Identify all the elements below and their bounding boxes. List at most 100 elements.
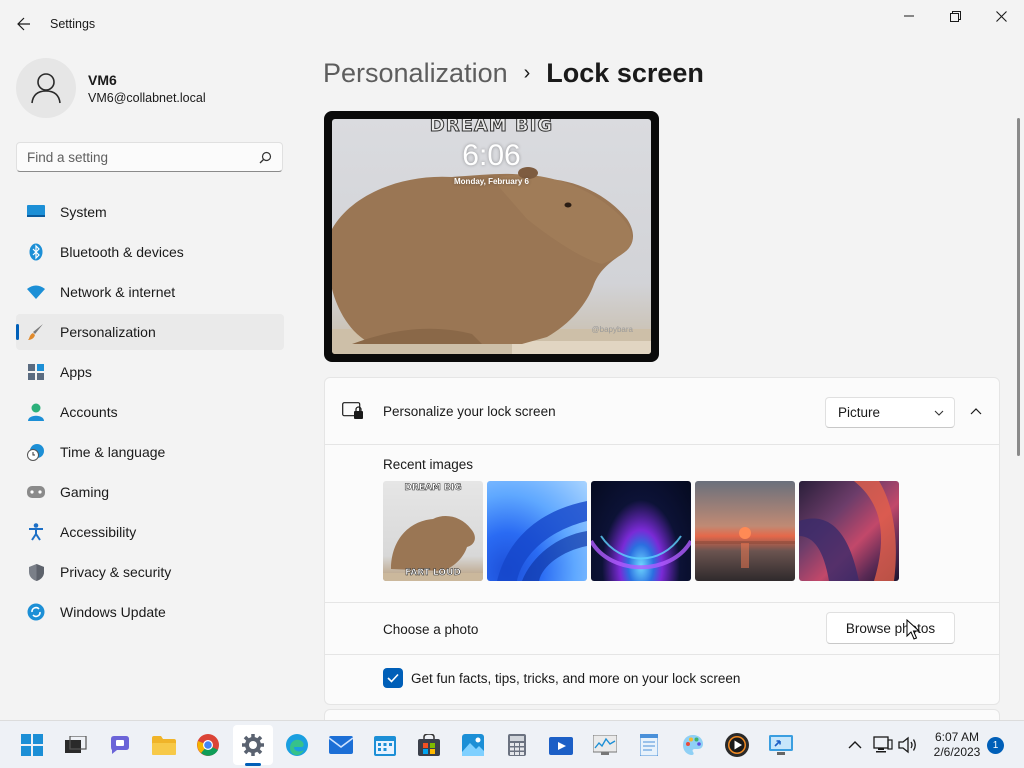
lock-screen-icon [342,402,363,419]
calculator-icon [508,734,526,756]
window-title: Settings [50,17,96,31]
tips-checkbox-row[interactable]: Get fun facts, tips, tricks, and more on… [383,668,740,688]
calculator-button[interactable] [505,733,529,757]
back-arrow-icon [17,17,30,31]
ribbon-wallpaper-icon [799,481,896,581]
settings-button[interactable] [241,733,265,757]
recent-image-blue-bloom[interactable] [487,481,587,581]
paint-palette-icon [683,735,703,755]
sidebar-item-label: Windows Update [60,604,166,620]
paint-button[interactable] [681,733,705,757]
title-bar: Settings [0,0,1024,48]
media-player-button[interactable] [725,733,749,757]
edge-button[interactable] [285,733,309,757]
sidebar-item-network[interactable]: Network & internet [16,274,284,310]
search-icon[interactable] [259,151,272,164]
preview-meme-text: DREAM BIG [429,119,554,137]
windows-logo-icon [21,734,43,756]
preview-date: Monday, February 6 [454,177,529,186]
breadcrumb-parent[interactable]: Personalization [323,58,508,89]
chrome-icon [197,734,219,756]
remote-desktop-button[interactable] [769,733,793,757]
sidebar-item-gaming[interactable]: Gaming [16,474,284,510]
checkmark-icon [387,673,399,683]
calendar-icon [374,736,396,756]
network-computer-icon [873,736,893,753]
sidebar-item-bluetooth[interactable]: Bluetooth & devices [16,234,284,270]
sidebar-item-label: Time & language [60,444,166,460]
maximize-button[interactable] [932,0,978,32]
photos-button[interactable] [461,733,485,757]
mail-button[interactable] [329,733,353,757]
sidebar-item-time-language[interactable]: Time & language [16,434,284,470]
preview-credit: @bapybara [591,325,633,334]
collapse-button[interactable] [961,397,991,427]
tips-checkbox[interactable] [383,668,403,688]
clock-globe-icon [26,442,46,462]
chevron-up-icon [970,408,982,415]
preview-image: DREAM BIG 6:06 Monday, February 6 @bapyb… [332,119,651,354]
recent-image-glow[interactable] [591,481,691,581]
dropdown-value: Picture [838,405,881,420]
wifi-icon [26,282,46,302]
notepad-icon [640,734,658,756]
breadcrumb-separator: › [523,62,531,84]
sunset-wallpaper-icon [695,527,795,568]
lock-screen-preview: DREAM BIG 6:06 Monday, February 6 @bapyb… [324,111,659,362]
sidebar-nav: System Bluetooth & devices Network & int… [16,194,284,634]
movies-tv-icon [549,737,573,755]
search-box [16,142,283,172]
user-profile[interactable]: VM6 VM6@collabnet.local [16,58,206,118]
lock-screen-mode-dropdown[interactable]: Picture [825,397,955,428]
recent-image-ribbon[interactable] [799,481,899,581]
lock-screen-card: Personalize your lock screen Picture Rec… [324,377,1000,705]
remote-desktop-icon [769,735,793,755]
sidebar-item-apps[interactable]: Apps [16,354,284,390]
teams-button[interactable] [108,733,132,757]
browse-photos-button[interactable]: Browse photos [826,612,955,644]
thumb-meme-top: DREAM BIG [404,483,462,494]
file-explorer-button[interactable] [152,733,176,757]
sidebar-item-accessibility[interactable]: Accessibility [16,514,284,550]
minimize-button[interactable] [886,0,932,32]
media-player-icon [725,733,749,757]
network-tray-button[interactable] [871,733,895,757]
brush-icon [26,322,46,342]
bloom-wallpaper-icon [497,501,587,581]
sidebar-item-windows-update[interactable]: Windows Update [16,594,284,630]
personalize-row[interactable]: Personalize your lock screen Picture [325,378,999,445]
back-button[interactable] [10,12,38,36]
sidebar-item-accounts[interactable]: Accounts [16,394,284,430]
taskbar: 6:07 AM 2/6/2023 1 [0,720,1024,768]
scrollbar[interactable] [1017,118,1020,456]
start-button[interactable] [20,733,44,757]
close-button[interactable] [978,0,1024,32]
chrome-button[interactable] [196,733,220,757]
user-name: VM6 [88,71,117,88]
gamepad-icon [26,482,46,502]
store-button[interactable] [417,733,441,757]
mail-icon [329,736,353,754]
edge-icon [286,734,308,756]
gear-icon [242,734,264,756]
sidebar-item-system[interactable]: System [16,194,284,230]
task-view-icon [65,736,87,753]
photos-icon [462,734,484,756]
sidebar-item-privacy[interactable]: Privacy & security [16,554,284,590]
performance-monitor-button[interactable] [593,733,617,757]
chevron-down-icon [934,410,944,416]
calendar-button[interactable] [373,733,397,757]
sidebar-item-personalization[interactable]: Personalization [16,314,284,350]
volume-tray-button[interactable] [896,733,920,757]
sidebar-item-label: Accounts [60,404,118,420]
notepad-button[interactable] [637,733,661,757]
folder-icon [152,736,176,755]
clock[interactable]: 6:07 AM 2/6/2023 [926,730,988,760]
recent-image-sunset[interactable] [695,481,795,581]
movies-button[interactable] [549,733,573,757]
notification-badge[interactable]: 1 [987,737,1004,754]
recent-image-capybara[interactable]: DREAM BIG FART LOUD [383,481,483,581]
task-view-button[interactable] [64,733,88,757]
search-input[interactable] [27,149,259,165]
show-hidden-icons-button[interactable] [843,733,867,757]
